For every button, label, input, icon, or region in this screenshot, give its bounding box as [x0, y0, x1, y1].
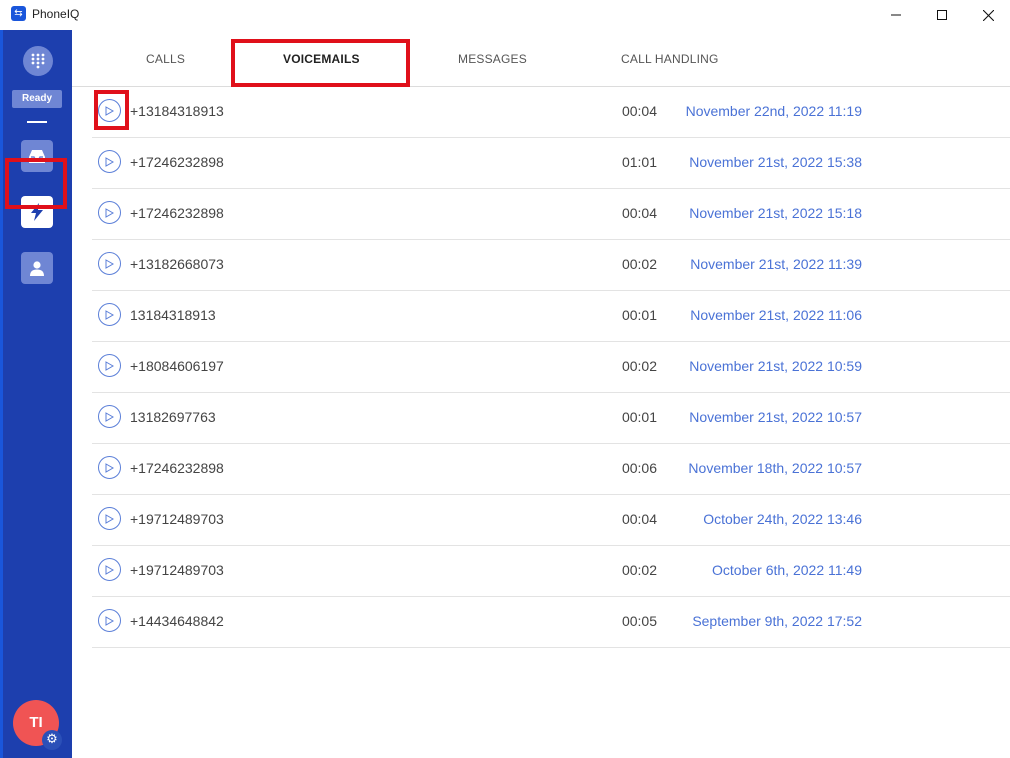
caller-number: +18084606197	[130, 358, 224, 374]
caller-number: +14434648842	[130, 613, 224, 629]
play-button[interactable]	[98, 354, 121, 377]
voicemail-datetime: November 22nd, 2022 11:19	[685, 103, 862, 119]
voicemail-datetime: November 21st, 2022 10:57	[689, 409, 862, 425]
settings-gear-icon[interactable]: ⚙	[42, 730, 62, 750]
voicemail-datetime: November 21st, 2022 10:59	[689, 358, 862, 374]
voicemail-duration: 00:02	[621, 562, 657, 578]
play-button[interactable]	[98, 507, 121, 530]
voicemail-datetime: October 6th, 2022 11:49	[712, 562, 862, 578]
voicemail-row[interactable]: +17246232898 00:06 November 18th, 2022 1…	[92, 444, 1010, 495]
voicemail-duration: 00:05	[621, 613, 657, 629]
play-icon	[105, 207, 114, 218]
voicemail-row[interactable]: +13182668073 00:02 November 21st, 2022 1…	[92, 240, 1010, 291]
voicemail-duration: 00:02	[621, 358, 657, 374]
caller-number: +13182668073	[130, 256, 224, 272]
voicemail-datetime: November 21st, 2022 15:38	[689, 154, 862, 170]
play-button[interactable]	[98, 405, 121, 428]
voicemail-list: +13184318913 00:04 November 22nd, 2022 1…	[92, 87, 1010, 648]
voicemail-row[interactable]: +17246232898 00:04 November 21st, 2022 1…	[92, 189, 1010, 240]
caller-number: +19712489703	[130, 511, 224, 527]
voicemail-row[interactable]: +17246232898 01:01 November 21st, 2022 1…	[92, 138, 1010, 189]
voicemail-duration: 00:04	[621, 205, 657, 221]
dialpad-button[interactable]	[23, 46, 53, 76]
user-icon	[30, 261, 44, 276]
maximize-icon	[937, 10, 947, 20]
play-button[interactable]	[98, 456, 121, 479]
voicemail-row[interactable]: +13184318913 00:04 November 22nd, 2022 1…	[92, 87, 1010, 138]
play-icon	[105, 564, 114, 575]
voicemail-row[interactable]: +19712489703 00:02 October 6th, 2022 11:…	[92, 546, 1010, 597]
app-logo-icon: ⇆	[11, 6, 26, 21]
voicemail-duration: 00:01	[621, 307, 657, 323]
sidebar-divider	[27, 121, 47, 123]
play-button[interactable]	[98, 609, 121, 632]
voicemail-duration: 01:01	[621, 154, 657, 170]
caller-number: +19712489703	[130, 562, 224, 578]
status-badge[interactable]: Ready	[12, 90, 62, 108]
play-icon	[105, 513, 114, 524]
caller-number: 13184318913	[130, 307, 216, 323]
play-icon	[105, 615, 114, 626]
voicemail-datetime: November 21st, 2022 15:18	[689, 205, 862, 221]
play-button[interactable]	[98, 558, 121, 581]
dialpad-icon	[31, 53, 45, 69]
play-icon	[105, 156, 114, 167]
voicemail-datetime: November 21st, 2022 11:39	[690, 256, 862, 272]
tab-messages[interactable]: MESSAGES	[458, 52, 527, 66]
window-title: PhoneIQ	[32, 7, 80, 21]
play-icon	[105, 462, 114, 473]
close-button[interactable]	[965, 0, 1010, 30]
play-icon	[105, 309, 114, 320]
voicemail-datetime: November 21st, 2022 11:06	[690, 307, 862, 323]
caller-number: +17246232898	[130, 154, 224, 170]
play-button[interactable]	[98, 201, 121, 224]
play-icon	[105, 360, 114, 371]
caller-number: +17246232898	[130, 205, 224, 221]
play-icon	[105, 411, 114, 422]
voicemail-duration: 00:01	[621, 409, 657, 425]
tab-call-handling[interactable]: CALL HANDLING	[621, 52, 719, 66]
voicemail-duration: 00:04	[621, 103, 657, 119]
voicemail-datetime: October 24th, 2022 13:46	[703, 511, 862, 527]
title-bar: ⇆ PhoneIQ	[0, 0, 1010, 30]
sidebar: Ready TI ⚙	[0, 30, 72, 758]
voicemail-row[interactable]: +14434648842 00:05 September 9th, 2022 1…	[92, 597, 1010, 648]
voicemail-duration: 00:06	[621, 460, 657, 476]
tab-bar: CALLS VOICEMAILS MESSAGES CALL HANDLING	[72, 30, 1010, 87]
tab-calls[interactable]: CALLS	[146, 52, 185, 66]
minimize-icon	[891, 14, 901, 16]
highlight-box-activity	[5, 158, 67, 209]
minimize-button[interactable]	[873, 0, 919, 30]
voicemail-datetime: November 18th, 2022 10:57	[688, 460, 862, 476]
voicemail-duration: 00:02	[621, 256, 657, 272]
voicemail-row[interactable]: 13184318913 00:01 November 21st, 2022 11…	[92, 291, 1010, 342]
highlight-box-play-button	[94, 90, 129, 130]
play-button[interactable]	[98, 252, 121, 275]
voicemail-datetime: September 9th, 2022 17:52	[692, 613, 862, 629]
sidebar-item-contacts[interactable]	[21, 252, 53, 284]
caller-number: +13184318913	[130, 103, 224, 119]
play-icon	[105, 258, 114, 269]
maximize-button[interactable]	[919, 0, 965, 30]
play-button[interactable]	[98, 303, 121, 326]
caller-number: +17246232898	[130, 460, 224, 476]
caller-number: 13182697763	[130, 409, 216, 425]
highlight-box-voicemails-tab	[231, 39, 410, 87]
close-icon	[982, 9, 994, 21]
voicemail-row[interactable]: 13182697763 00:01 November 21st, 2022 10…	[92, 393, 1010, 444]
play-button[interactable]	[98, 150, 121, 173]
voicemail-row[interactable]: +19712489703 00:04 October 24th, 2022 13…	[92, 495, 1010, 546]
voicemail-row[interactable]: +18084606197 00:02 November 21st, 2022 1…	[92, 342, 1010, 393]
voicemail-duration: 00:04	[621, 511, 657, 527]
